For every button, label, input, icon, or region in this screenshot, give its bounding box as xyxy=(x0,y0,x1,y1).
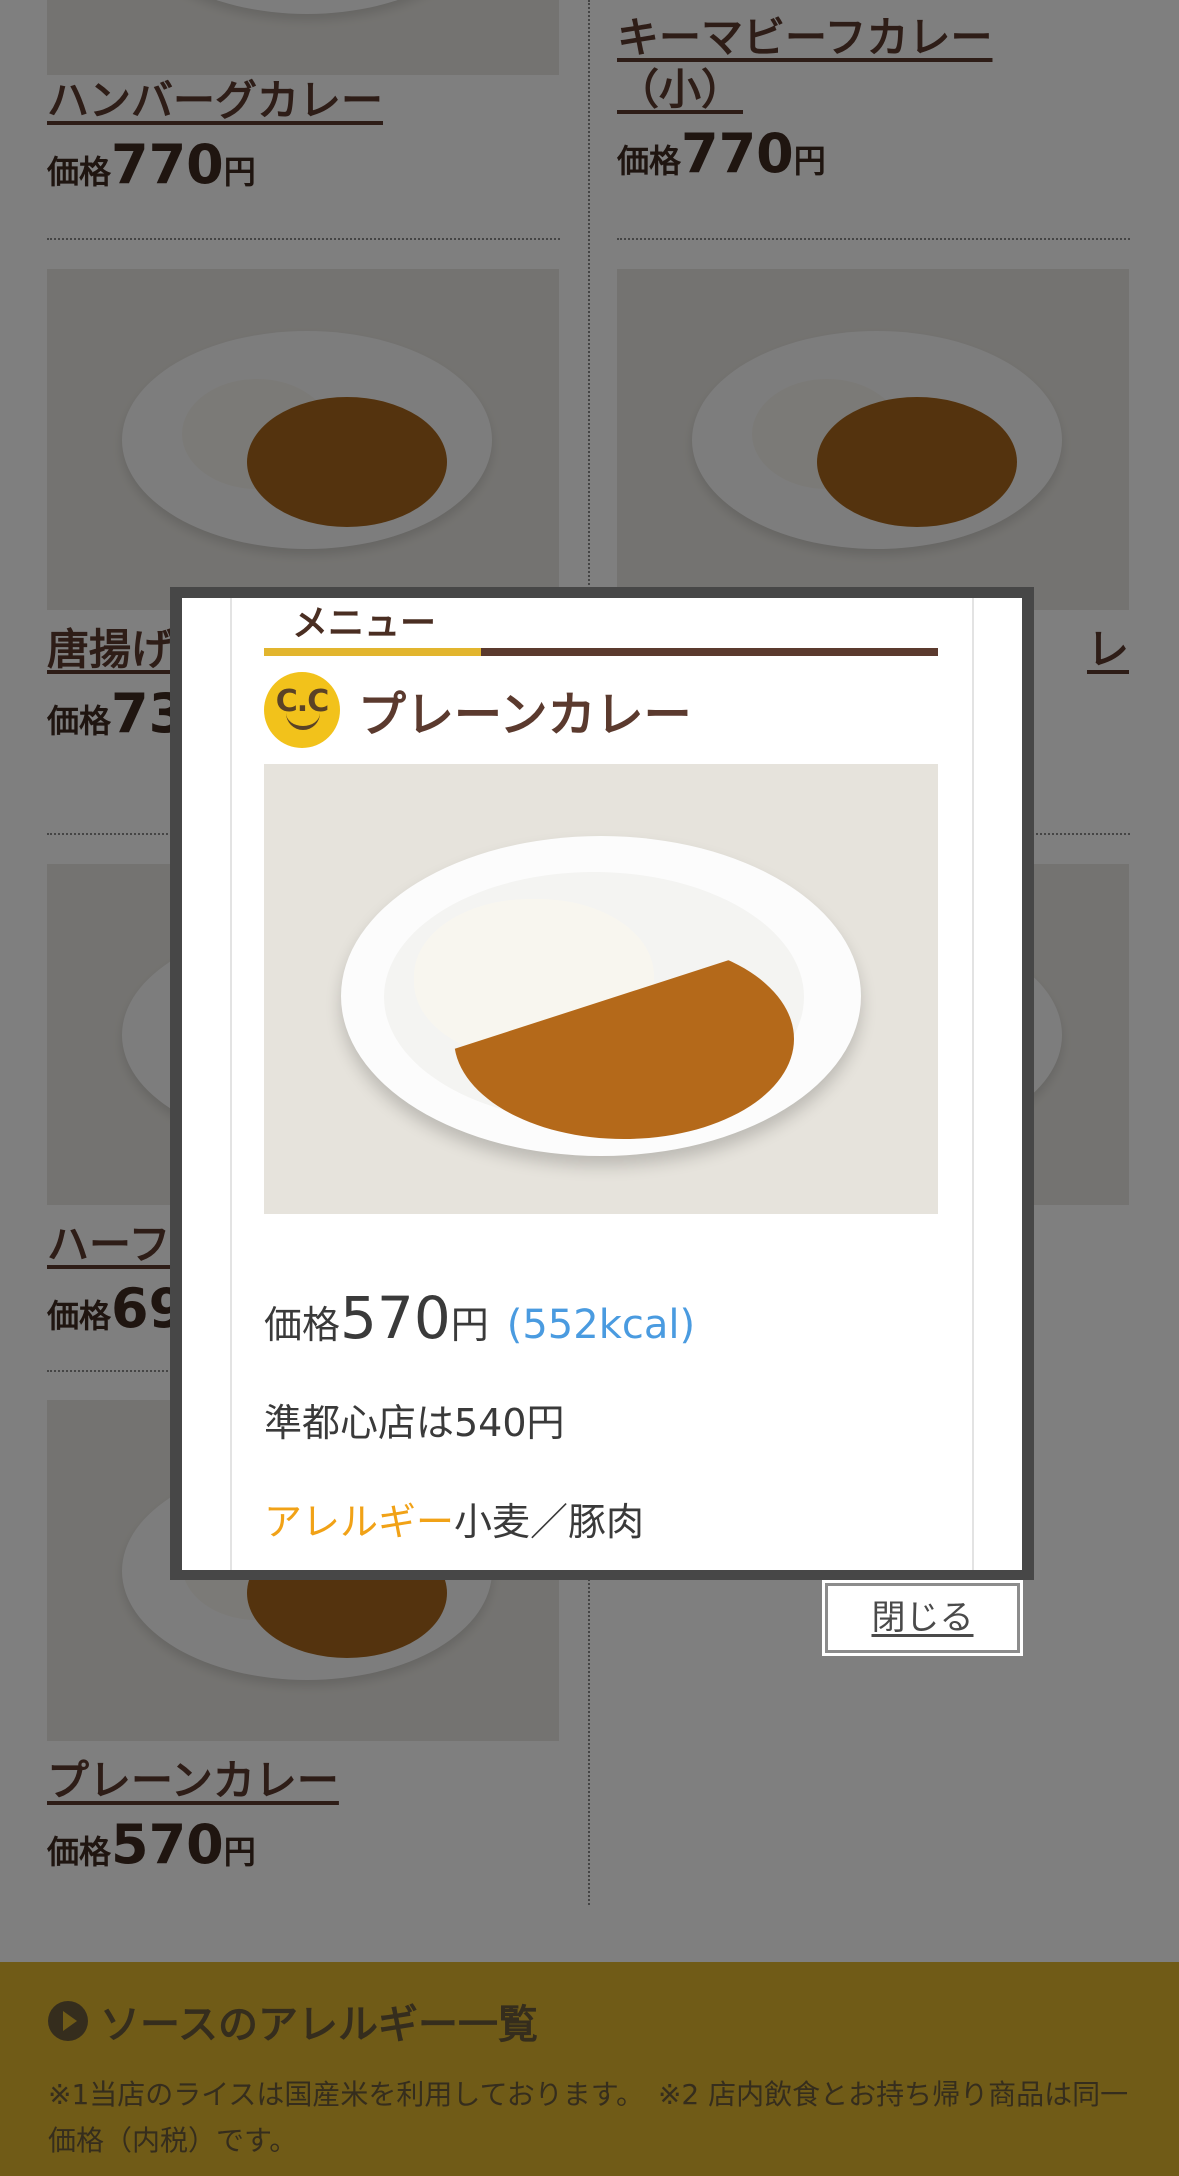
calories: (552kcal) xyxy=(506,1302,696,1348)
item-photo xyxy=(264,764,938,1214)
allergy-value: 小麦／豚肉 xyxy=(454,1500,645,1544)
price-value: 570 xyxy=(340,1284,451,1352)
item-title: プレーンカレー xyxy=(358,687,692,743)
item-price: 価格 570 円 (552kcal) xyxy=(264,1284,938,1352)
modal-border-line xyxy=(972,598,974,1570)
section-rule xyxy=(264,648,938,656)
item-title-row: C.C プレーンカレー xyxy=(264,670,938,750)
menu-detail-modal: メニュー C.C プレーンカレー 価格 570 円 (552kcal) 準都心店… xyxy=(182,598,1022,1570)
price-label: 価格 xyxy=(264,1303,341,1347)
allergy-info: アレルギー小麦／豚肉 xyxy=(264,1491,938,1546)
price-unit: 円 xyxy=(450,1303,489,1347)
modal-border-line xyxy=(230,598,232,1570)
section-heading: メニュー xyxy=(292,603,437,644)
close-button[interactable]: 閉じる xyxy=(822,1580,1023,1656)
coco-logo-icon: C.C xyxy=(264,672,340,748)
allergy-label: アレルギー xyxy=(264,1500,455,1544)
alt-store-price: 準都心店は540円 xyxy=(264,1401,565,1445)
modal-content: メニュー C.C プレーンカレー 価格 570 円 (552kcal) 準都心店… xyxy=(264,598,938,1546)
